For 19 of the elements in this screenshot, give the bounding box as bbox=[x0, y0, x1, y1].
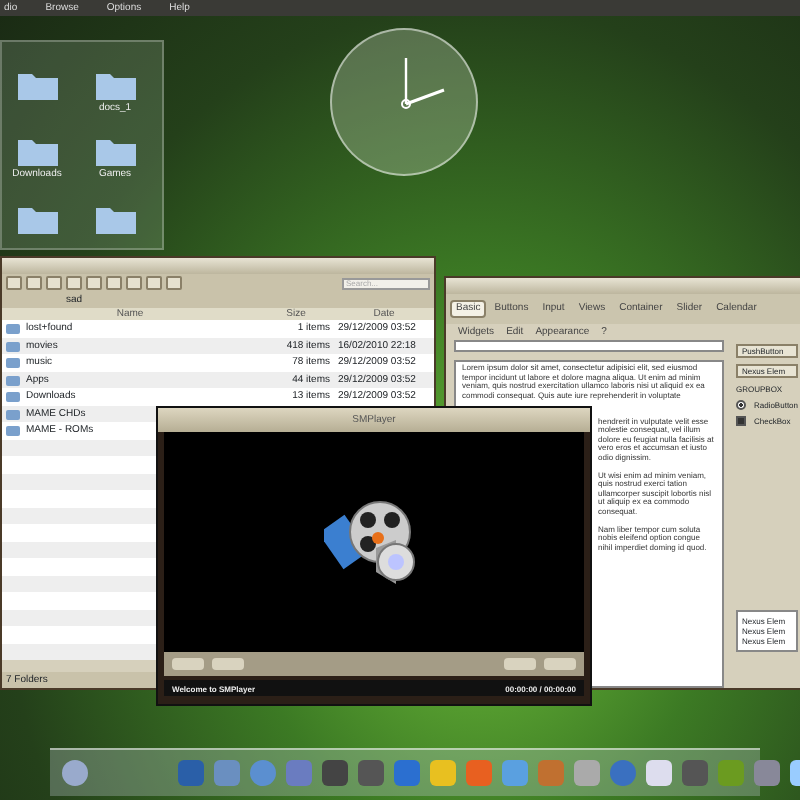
folder-icon[interactable] bbox=[17, 203, 57, 234]
app-icon[interactable] bbox=[358, 760, 384, 786]
radio-button[interactable] bbox=[735, 400, 746, 411]
app-icon[interactable] bbox=[646, 760, 672, 786]
folder-icon[interactable] bbox=[95, 136, 135, 167]
play-button[interactable] bbox=[172, 658, 204, 670]
stop-button[interactable] bbox=[212, 658, 244, 670]
fullscreen-button[interactable] bbox=[504, 658, 536, 670]
app-icon[interactable] bbox=[322, 760, 348, 786]
line-edit[interactable] bbox=[454, 340, 724, 353]
folder-icon[interactable] bbox=[17, 136, 57, 167]
app-icon[interactable] bbox=[682, 760, 708, 786]
checkbox[interactable] bbox=[735, 416, 746, 427]
folder-icon[interactable] bbox=[95, 70, 135, 100]
folder-icon[interactable] bbox=[17, 70, 57, 100]
clock-hands-icon bbox=[398, 54, 448, 110]
folder-icon[interactable] bbox=[95, 203, 135, 234]
volume-button[interactable] bbox=[544, 658, 576, 670]
app-icon[interactable] bbox=[62, 760, 88, 786]
